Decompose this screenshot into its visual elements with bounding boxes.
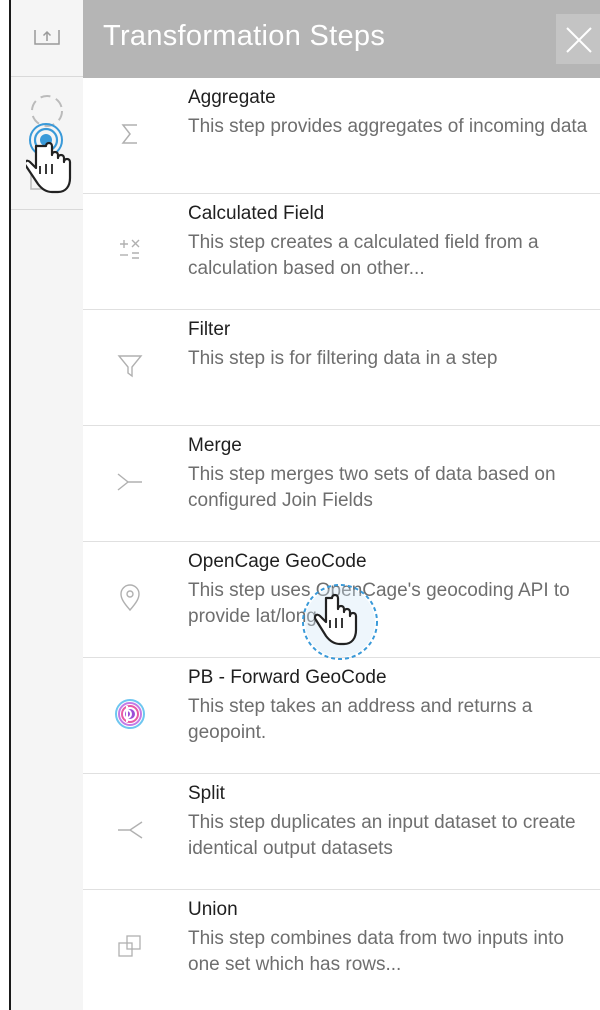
calculator-icon bbox=[103, 228, 157, 272]
step-item-merge[interactable]: Merge This step merges two sets of data … bbox=[83, 426, 600, 542]
pb-logo-icon bbox=[103, 692, 157, 736]
rail-box-button[interactable] bbox=[11, 143, 83, 210]
close-icon bbox=[565, 26, 593, 59]
panel-title: Transformation Steps bbox=[103, 20, 386, 52]
step-description: This step combines data from two inputs … bbox=[188, 928, 564, 975]
left-rail bbox=[11, 0, 84, 1010]
step-item-calculated-field[interactable]: Calculated Field This step creates a cal… bbox=[83, 194, 600, 310]
rail-upload-button[interactable] bbox=[11, 0, 83, 77]
map-pin-icon bbox=[103, 576, 157, 620]
split-icon bbox=[103, 808, 157, 852]
step-description: This step is for filtering data in a ste… bbox=[188, 348, 498, 369]
step-description: This step uses OpenCage's geocoding API … bbox=[188, 580, 570, 627]
step-name: Split bbox=[188, 783, 225, 804]
step-description: This step merges two sets of data based … bbox=[188, 464, 556, 511]
step-description: This step creates a calculated field fro… bbox=[188, 232, 539, 279]
step-name: PB - Forward GeoCode bbox=[188, 667, 387, 688]
step-name: Merge bbox=[188, 435, 242, 456]
step-item-pb-forward-geocode[interactable]: PB - Forward GeoCode This step takes an … bbox=[83, 658, 600, 774]
panel-header: Transformation Steps bbox=[83, 0, 600, 78]
step-item-split[interactable]: Split This step duplicates an input data… bbox=[83, 774, 600, 890]
step-list: Aggregate This step provides aggregates … bbox=[83, 78, 600, 1005]
step-item-filter[interactable]: Filter This step is for filtering data i… bbox=[83, 310, 600, 426]
app-frame: Transformation Steps Aggregate This step… bbox=[0, 0, 600, 1010]
step-name: Calculated Field bbox=[188, 203, 325, 224]
filter-icon bbox=[103, 344, 157, 388]
step-name: Filter bbox=[188, 319, 231, 340]
rail-loading-button[interactable] bbox=[11, 77, 83, 143]
step-description: This step provides aggregates of incomin… bbox=[188, 116, 588, 137]
loading-icon bbox=[28, 92, 66, 135]
step-description: This step duplicates an input dataset to… bbox=[188, 812, 576, 859]
step-description: This step takes an address and returns a… bbox=[188, 696, 533, 743]
upload-icon bbox=[33, 26, 61, 53]
transformation-steps-panel: Transformation Steps Aggregate This step… bbox=[83, 0, 600, 1010]
box-icon bbox=[29, 165, 59, 196]
step-item-union[interactable]: Union This step combines data from two i… bbox=[83, 890, 600, 1005]
close-button[interactable] bbox=[556, 14, 600, 64]
step-name: Aggregate bbox=[188, 87, 276, 108]
step-item-aggregate[interactable]: Aggregate This step provides aggregates … bbox=[83, 78, 600, 194]
merge-icon bbox=[103, 460, 157, 504]
union-icon bbox=[103, 924, 157, 968]
sigma-icon bbox=[103, 112, 157, 156]
step-item-opencage-geocode[interactable]: OpenCage GeoCode This step uses OpenCage… bbox=[83, 542, 600, 658]
step-name: Union bbox=[188, 899, 238, 920]
step-name: OpenCage GeoCode bbox=[188, 551, 367, 572]
